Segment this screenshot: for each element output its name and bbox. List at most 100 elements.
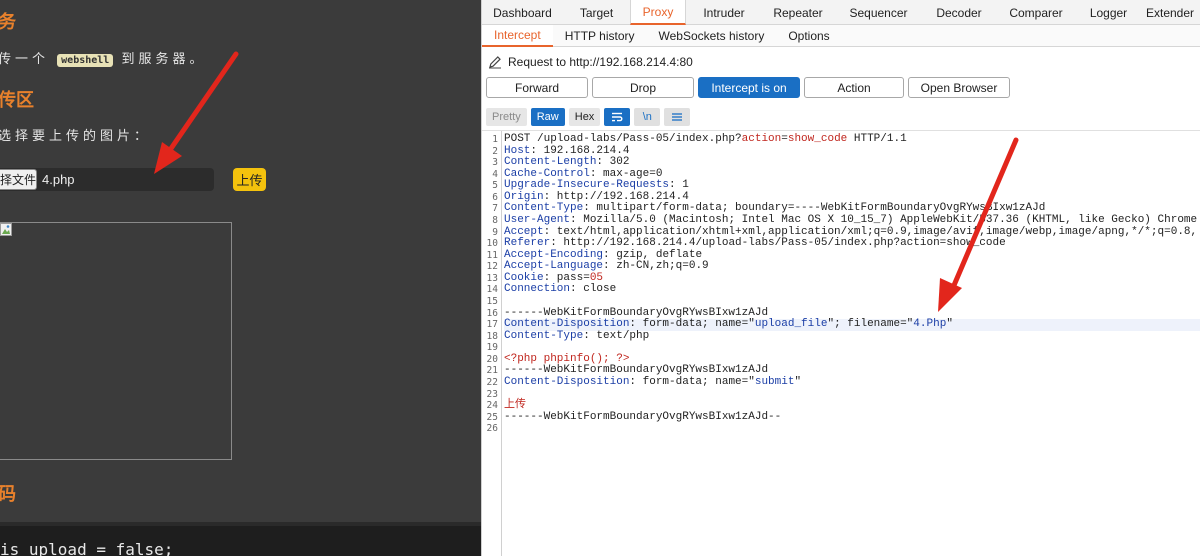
line-number: 19 <box>486 342 498 354</box>
line-number: 14 <box>486 284 498 296</box>
section-heading-code: 码 <box>0 484 16 505</box>
choose-file-button[interactable]: 择文件 <box>0 169 37 190</box>
line-number: 13 <box>486 272 498 284</box>
line-number: 3 <box>492 157 498 169</box>
header-name: Host <box>504 144 531 157</box>
action-button[interactable]: Action <box>804 77 904 98</box>
line-number: 24 <box>486 400 498 412</box>
line-number: 20 <box>486 353 498 365</box>
choose-image-prompt: 选择要上传的图片： <box>0 129 152 144</box>
burp-main-tabs: Dashboard Target Proxy Intruder Repeater… <box>482 0 1200 25</box>
line-number: 26 <box>486 423 498 435</box>
burp-suite-window: Dashboard Target Proxy Intruder Repeater… <box>481 0 1200 556</box>
line-number: 11 <box>486 249 498 261</box>
line-number: 22 <box>486 376 498 388</box>
tab-target[interactable]: Target <box>563 0 630 25</box>
line-number: 21 <box>486 365 498 377</box>
line-number: 9 <box>492 226 498 238</box>
header-name: Accept-Encoding <box>504 248 604 261</box>
line-number: 16 <box>486 307 498 319</box>
request-line: Content-Disposition: form-data; name="su… <box>504 375 802 388</box>
subtab-http-history[interactable]: HTTP history <box>553 25 647 47</box>
header-name: Content-Type <box>504 202 584 215</box>
request-target-line: Request to http://192.168.214.4:80 <box>488 55 693 69</box>
instruction-prefix: 传一个 <box>0 52 50 67</box>
pencil-icon <box>489 56 501 69</box>
selected-file-name: 4.php <box>42 172 75 187</box>
tab-sequencer[interactable]: Sequencer <box>834 0 923 25</box>
request-line: Connection: close <box>504 283 617 296</box>
line-number: 4 <box>492 168 498 180</box>
webshell-code-tag: webshell <box>57 54 114 67</box>
message-view-toolbar: Pretty Raw Hex \n <box>486 108 691 126</box>
header-name: Content-Type <box>504 329 584 342</box>
raw-request-editor[interactable]: 1 POST /upload-labs/Pass-05/index.php?act… <box>482 130 1200 556</box>
request-line: POST /upload-labs/Pass-05/index.php?acti… <box>504 133 907 145</box>
header-name: Cache-Control <box>504 167 590 180</box>
line-number: 10 <box>486 238 498 250</box>
header-name: Accept <box>504 225 544 238</box>
tab-intruder[interactable]: Intruder <box>686 0 762 25</box>
tab-comparer[interactable]: Comparer <box>995 0 1077 25</box>
header-name: Cookie <box>504 271 544 284</box>
proxy-sub-tabs: Intercept HTTP history WebSockets histor… <box>482 25 1200 47</box>
header-name: Origin <box>504 190 544 203</box>
header-name: Content-Disposition <box>504 375 630 388</box>
header-name: Content-Length <box>504 156 597 169</box>
drop-button[interactable]: Drop <box>592 77 694 98</box>
header-name: Connection <box>504 283 571 296</box>
line-number: 17 <box>486 319 498 331</box>
header-name: Accept-Language <box>504 260 604 273</box>
upload-labs-page: 务 传一个 webshell 到服务器。 传区 选择要上传的图片： 择文件 4.… <box>0 0 481 556</box>
menu-icon[interactable] <box>664 108 691 126</box>
hex-view-button[interactable]: Hex <box>568 108 601 126</box>
line-number: 25 <box>486 411 498 423</box>
line-number: 23 <box>486 388 498 400</box>
header-name: Upgrade-Insecure-Requests <box>504 179 670 192</box>
subtab-websockets-history[interactable]: WebSockets history <box>647 25 777 47</box>
tab-decoder[interactable]: Decoder <box>923 0 995 25</box>
file-input[interactable]: 择文件 4.php <box>0 168 214 191</box>
intercept-toggle-button[interactable]: Intercept is on <box>698 77 800 98</box>
wrap-lines-icon[interactable] <box>604 108 631 126</box>
request-line: ------WebKitFormBoundaryOvgRYwsBIxw1zAJd… <box>504 410 782 423</box>
header-name: Referer <box>504 237 551 250</box>
line-number: 8 <box>492 214 498 226</box>
red-arrow-annotation-left <box>154 51 239 174</box>
image-preview-box <box>0 222 232 460</box>
line-number: 1 <box>492 134 498 145</box>
line-number: 5 <box>492 180 498 192</box>
section-heading-upload-area: 传区 <box>0 90 34 111</box>
editor-gutter-divider <box>501 131 502 556</box>
line-number: 18 <box>486 330 498 342</box>
tab-dashboard[interactable]: Dashboard <box>482 0 563 25</box>
forward-button[interactable]: Forward <box>486 77 588 98</box>
line-number: 6 <box>492 191 498 203</box>
instruction-suffix: 到服务器。 <box>121 52 207 67</box>
tab-extender[interactable]: Extender <box>1140 0 1200 25</box>
line-number: 2 <box>492 145 498 157</box>
source-code-line: is_upload = false; <box>0 540 174 556</box>
header-name: User-Agent <box>504 213 571 226</box>
tab-repeater[interactable]: Repeater <box>762 0 834 25</box>
upload-button[interactable]: 上传 <box>233 168 266 191</box>
open-browser-button[interactable]: Open Browser <box>908 77 1010 98</box>
source-code-panel: is_upload = false; <box>0 522 481 556</box>
request-line: User-Agent: Mozilla/5.0 (Macintosh; Inte… <box>504 213 1198 226</box>
line-number: 7 <box>492 203 498 215</box>
show-newlines-button[interactable]: \n <box>634 108 661 126</box>
request-target-text: Request to http://192.168.214.4:80 <box>508 55 693 69</box>
pretty-view-button[interactable]: Pretty <box>486 108 527 126</box>
request-line: Content-Disposition: form-data; name="up… <box>504 318 1200 331</box>
header-name: Content-Disposition <box>504 318 630 331</box>
line-number: 12 <box>486 261 498 273</box>
request-line: 上传 <box>504 399 526 412</box>
task-instruction: 传一个 webshell 到服务器。 <box>0 48 206 67</box>
line-number: 15 <box>486 295 498 307</box>
section-heading-task: 务 <box>0 12 16 33</box>
subtab-options[interactable]: Options <box>776 25 841 47</box>
tab-logger[interactable]: Logger <box>1077 0 1140 25</box>
tab-proxy[interactable]: Proxy <box>630 0 686 25</box>
subtab-intercept[interactable]: Intercept <box>482 25 553 47</box>
raw-view-button[interactable]: Raw <box>530 108 565 126</box>
